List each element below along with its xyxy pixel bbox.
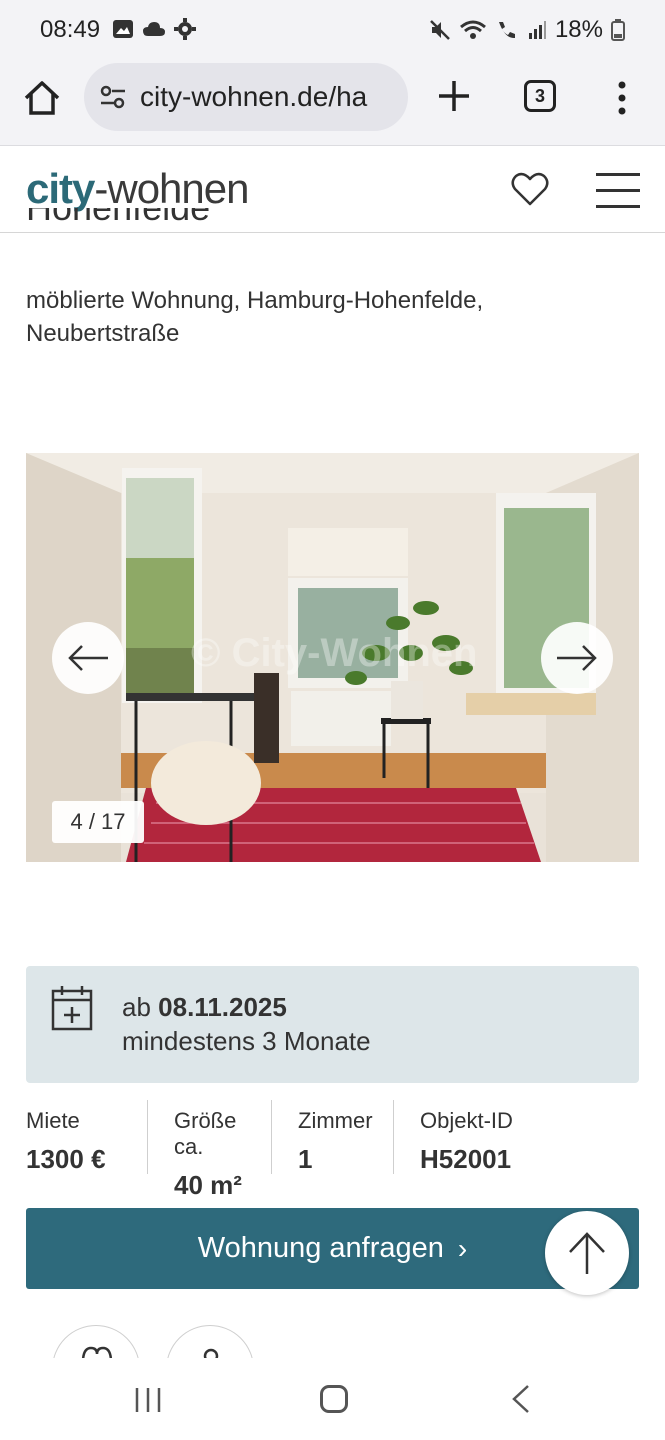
heart-icon (81, 1346, 113, 1358)
status-time: 08:49 (40, 16, 101, 43)
more-menu-icon[interactable] (614, 80, 630, 116)
status-left-icons (112, 18, 196, 40)
available-from-prefix: ab (122, 992, 159, 1022)
contact-circle-button[interactable] (166, 1325, 254, 1358)
fact-label: Miete (26, 1108, 80, 1133)
fact-label: Zimmer (298, 1108, 373, 1133)
system-nav-bar (0, 1358, 665, 1440)
site-logo[interactable]: city-wohnen (26, 165, 249, 213)
nav-home-icon[interactable] (320, 1385, 348, 1413)
fact-value: 1300 € (26, 1144, 106, 1174)
listing-title: Hohenfelde (26, 208, 210, 234)
fact-label: Größe ca. (174, 1108, 237, 1159)
available-from-date: 08.11.2025 (158, 992, 287, 1022)
hamburger-menu-icon[interactable] (596, 173, 640, 209)
photo-gallery[interactable]: © City-Wohnen 4 / 17 (26, 453, 639, 862)
status-bar: 08:49 18% (0, 0, 665, 60)
scroll-to-top-button[interactable] (545, 1211, 629, 1295)
logo-wohnen: -wohnen (94, 165, 249, 212)
minimum-duration: mindestens 3 Monate (122, 1026, 371, 1056)
listing-subtitle: möblierte Wohnung, Hamburg-Hohenfelde, N… (26, 287, 484, 347)
previous-photo-button[interactable] (52, 622, 124, 694)
signal-icon (528, 21, 546, 39)
fact-value: 40 m² (174, 1170, 242, 1200)
mute-icon (430, 20, 450, 40)
url-text[interactable]: city-wohnen.de/ha (140, 81, 367, 113)
fact-object-id: Objekt-ID H52001 (394, 1100, 554, 1174)
back-icon[interactable] (510, 1384, 532, 1414)
site-settings-icon[interactable] (98, 82, 128, 112)
calendar-add-icon (51, 986, 93, 1031)
photo-counter: 4 / 17 (52, 801, 144, 843)
url-bar[interactable]: city-wohnen.de/ha (84, 63, 408, 131)
next-photo-button[interactable] (541, 622, 613, 694)
fact-rooms: Zimmer 1 (272, 1100, 394, 1174)
heart-icon[interactable] (511, 171, 549, 207)
logo-city: city (26, 165, 95, 212)
fact-value: 1 (298, 1144, 313, 1174)
gear-icon (174, 18, 196, 40)
call-icon (498, 22, 515, 39)
listing-title-text: Hohenfelde (26, 208, 210, 228)
home-icon[interactable] (22, 78, 62, 118)
recent-apps-icon[interactable] (134, 1387, 162, 1413)
favorite-circle-button[interactable] (52, 1325, 140, 1358)
battery-level: 18% (554, 16, 603, 43)
fact-rent: Miete 1300 € (26, 1100, 148, 1174)
fact-label: Objekt-ID (420, 1108, 513, 1133)
available-from: ab 08.11.2025 (122, 992, 287, 1023)
arrow-right-icon (557, 645, 597, 671)
new-tab-icon[interactable] (436, 78, 472, 114)
gallery-icon (113, 20, 133, 38)
action-buttons-row (0, 1320, 665, 1358)
status-right-icons: 18% (429, 16, 625, 44)
fact-size: Größe ca. 40 m² (148, 1100, 272, 1200)
listing-facts: Miete 1300 € Größe ca. 40 m² Zimmer 1 Ob… (26, 1100, 639, 1200)
tab-switcher-button[interactable]: 3 (524, 80, 556, 112)
availability-box: ab 08.11.2025 mindestens 3 Monate (26, 966, 639, 1083)
battery-icon (611, 19, 625, 41)
wifi-icon (459, 20, 486, 39)
chevron-right-icon: › (457, 1232, 468, 1264)
photo-watermark: © City-Wohnen (191, 631, 478, 675)
cloud-icon (143, 22, 165, 36)
browser-toolbar: city-wohnen.de/ha 3 (0, 60, 665, 146)
arrow-up-icon (569, 1232, 605, 1274)
request-apartment-label: Wohnung anfragen (197, 1232, 444, 1264)
fact-value: H52001 (420, 1144, 512, 1174)
arrow-left-icon (68, 645, 108, 671)
person-icon (203, 1348, 219, 1358)
